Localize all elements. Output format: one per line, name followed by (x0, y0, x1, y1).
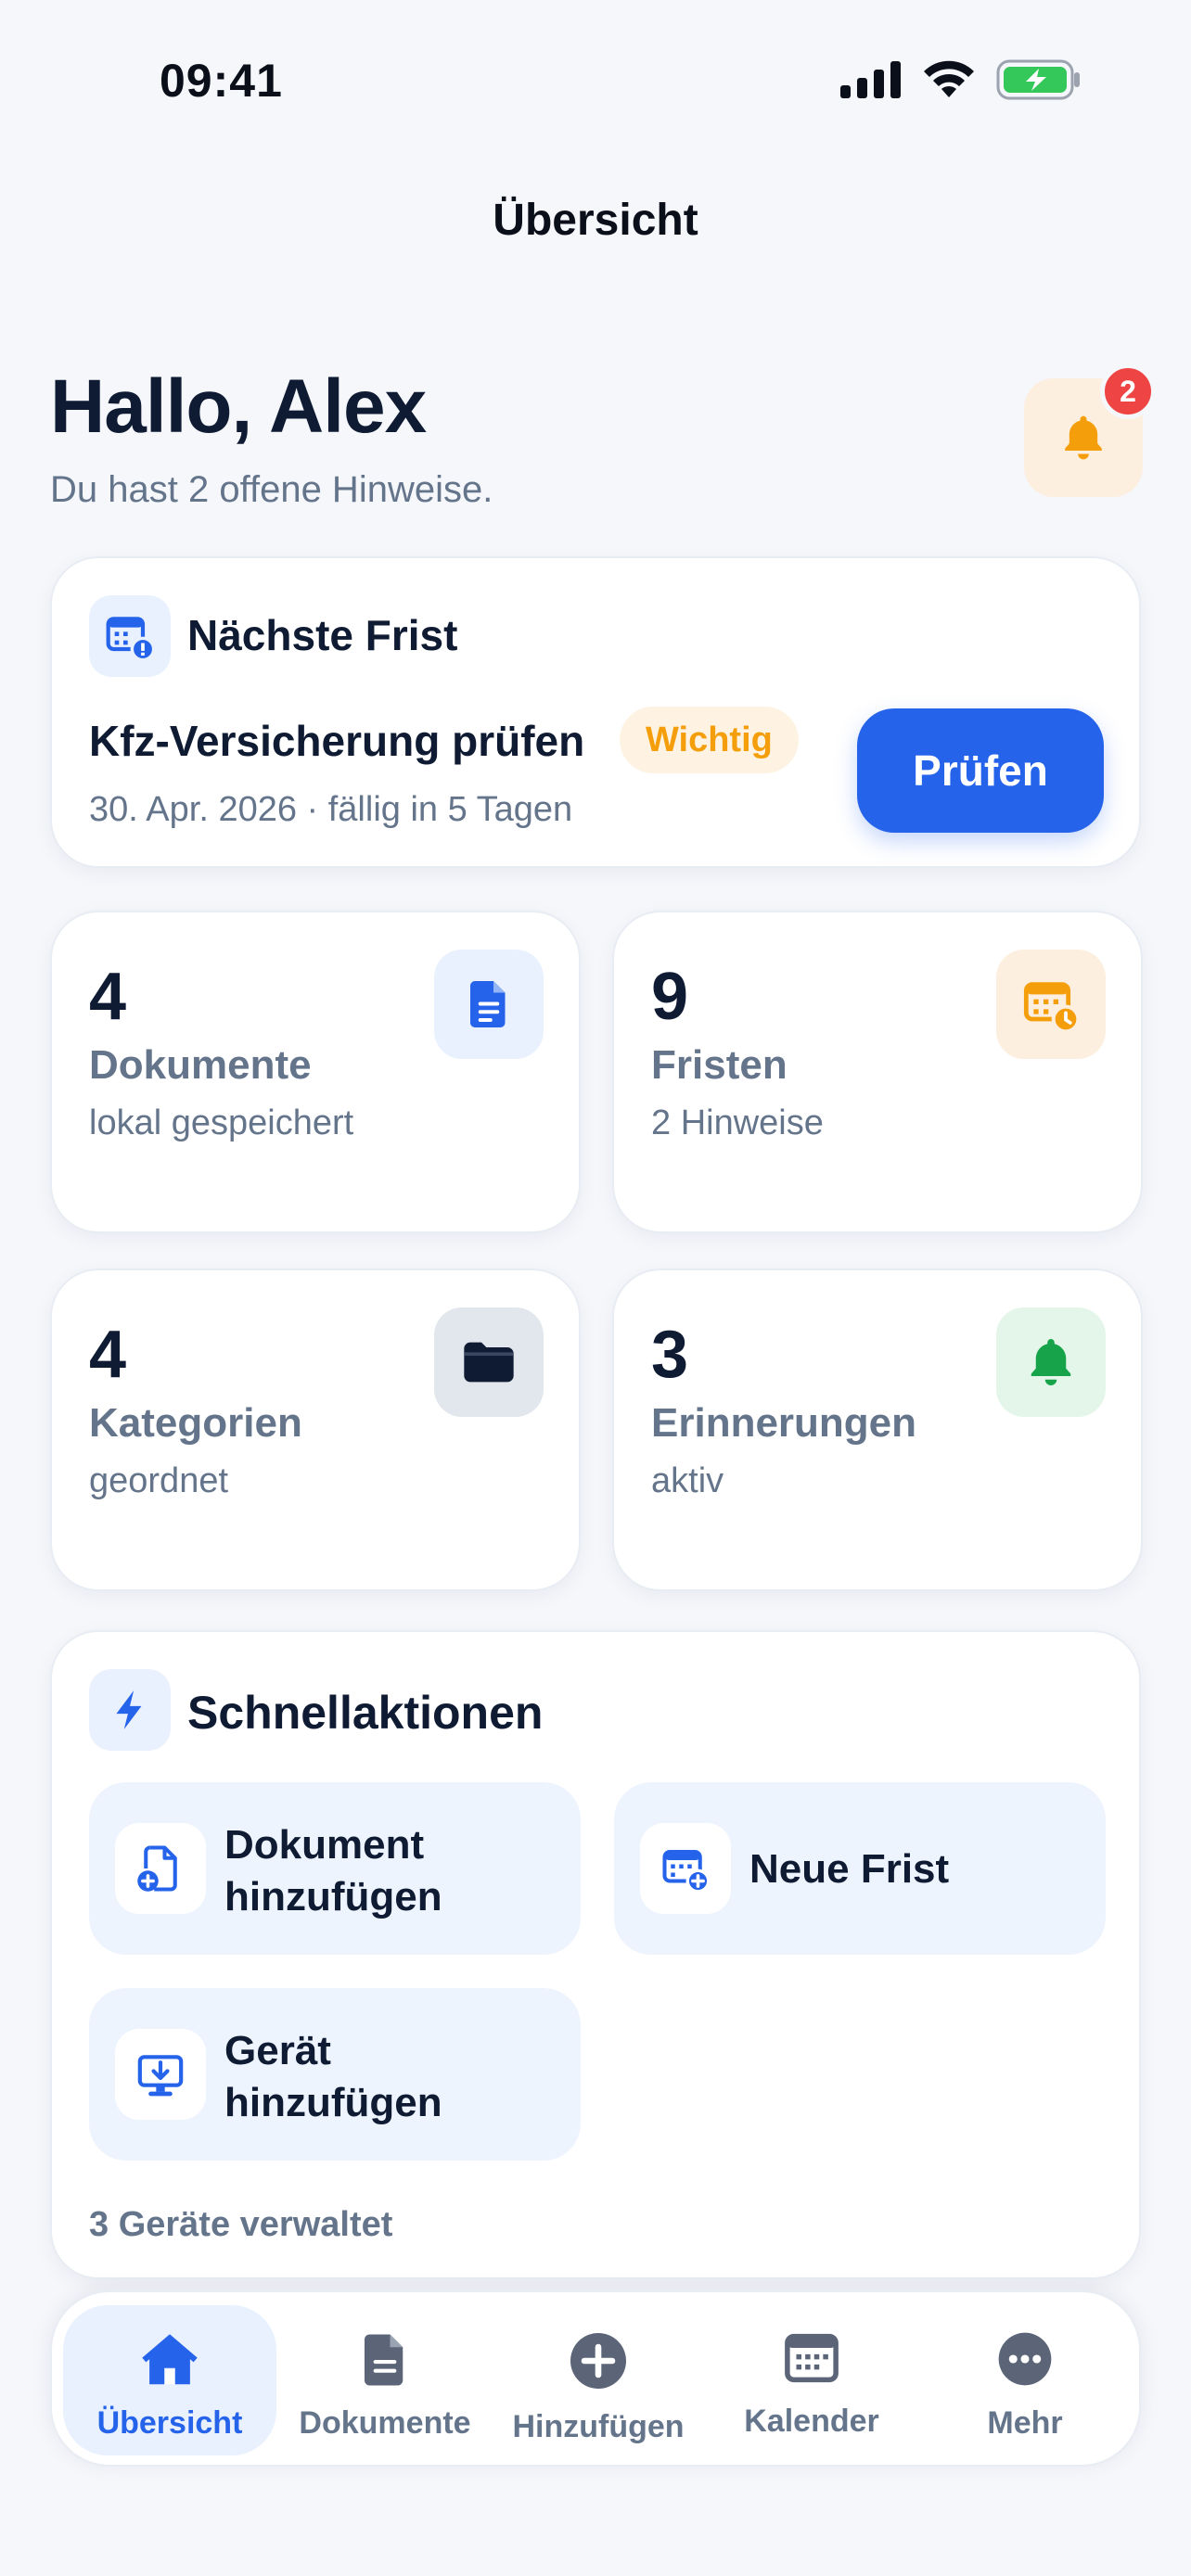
stat-subtitle: lokal gespeichert (89, 1103, 354, 1142)
action-label: hinzufügen (224, 1874, 442, 1919)
tab-more[interactable]: Mehr (918, 2305, 1132, 2455)
deadline-heading: Nächste Frist (187, 611, 458, 659)
quick-actions-icon-tile (89, 1669, 171, 1751)
stat-value: 9 (651, 960, 689, 1034)
calendar-icon (785, 2333, 839, 2383)
calendar-clock-icon (1023, 982, 1081, 1034)
deadline-icon-tile (89, 595, 171, 677)
next-deadline-card[interactable]: Nächste Frist Kfz-Versicherung prüfen Wi… (50, 556, 1141, 868)
plus-circle-icon (570, 2333, 626, 2389)
new-deadline-button[interactable]: Neue Frist (614, 1782, 1106, 1955)
calendar-alert-icon (106, 617, 156, 662)
status-time: 09:41 (160, 55, 283, 107)
action-label: Dokument (224, 1822, 425, 1868)
stat-icon-tile (996, 1307, 1106, 1417)
tab-label: Übersicht (96, 2405, 243, 2441)
quick-actions-heading: Schnellaktionen (187, 1687, 544, 1739)
signal-icon (840, 61, 901, 98)
stat-card-categories[interactable]: 4 Kategorien geordnet (50, 1269, 581, 1591)
stat-value: 4 (89, 960, 127, 1034)
add-device-button[interactable]: Gerät hinzufügen (89, 1988, 581, 2161)
tab-label: Kalender (744, 2404, 879, 2439)
devices-managed-text: 3 Geräte verwaltet (89, 2205, 393, 2244)
stat-icon-tile (434, 950, 544, 1059)
stat-label: Fristen (651, 1042, 788, 1088)
stat-value: 4 (89, 1318, 127, 1392)
tab-calendar[interactable]: Kalender (705, 2305, 918, 2455)
notification-badge: 2 (1100, 363, 1156, 419)
folder-icon (464, 1342, 514, 1383)
quick-actions-card: Schnellaktionen Dokument hinzufügen Neue… (50, 1630, 1141, 2279)
nav-title: Übersicht (493, 196, 698, 245)
stat-subtitle: geordnet (89, 1461, 229, 1500)
stat-icon-tile (434, 1307, 544, 1417)
action-label: Gerät (224, 2028, 331, 2073)
priority-badge: Wichtig (620, 707, 799, 773)
stat-icon-tile (996, 950, 1106, 1059)
stat-subtitle: aktiv (651, 1461, 724, 1500)
more-icon (998, 2332, 1052, 2386)
device-add-icon (137, 2055, 184, 2097)
tab-label: Dokumente (299, 2405, 471, 2441)
calendar-add-icon (662, 1849, 711, 1894)
greeting-subtitle: Du hast 2 offene Hinweise. (50, 469, 493, 510)
tab-label: Hinzufügen (512, 2409, 685, 2444)
document-add-icon (137, 1845, 177, 1892)
tab-label: Mehr (987, 2405, 1063, 2441)
home-icon (142, 2334, 198, 2385)
action-label: Neue Frist (749, 1846, 950, 1892)
tab-documents[interactable]: Dokumente (278, 2305, 492, 2455)
stat-label: Erinnerungen (651, 1400, 917, 1446)
tab-bar: Übersicht Dokumente Hinzufügen Kalender … (50, 2290, 1141, 2467)
action-label: hinzufügen (224, 2080, 442, 2125)
document-icon (365, 2334, 403, 2386)
deadline-title: Kfz-Versicherung prüfen (89, 717, 585, 765)
stat-label: Dokumente (89, 1042, 312, 1088)
action-icon-tile (115, 1823, 206, 1914)
action-icon-tile (640, 1823, 731, 1914)
add-document-button[interactable]: Dokument hinzufügen (89, 1782, 581, 1955)
tab-add[interactable]: Hinzufügen (492, 2305, 705, 2455)
lightning-icon (116, 1690, 142, 1729)
stat-subtitle: 2 Hinweise (651, 1103, 824, 1142)
status-bar: 09:41 (0, 0, 1191, 158)
tab-overview[interactable]: Übersicht (63, 2305, 276, 2455)
check-deadline-button[interactable]: Prüfen (857, 708, 1104, 833)
battery-icon (996, 59, 1080, 100)
stat-card-documents[interactable]: 4 Dokumente lokal gespeichert (50, 911, 581, 1233)
bell-icon (1065, 415, 1102, 460)
status-icons (840, 59, 1082, 100)
stat-card-deadlines[interactable]: 9 Fristen 2 Hinweise (612, 911, 1143, 1233)
document-icon (470, 981, 506, 1027)
action-icon-tile (115, 2029, 206, 2120)
stat-label: Kategorien (89, 1400, 302, 1446)
stat-card-reminders[interactable]: 3 Erinnerungen aktiv (612, 1269, 1143, 1591)
stat-value: 3 (651, 1318, 689, 1392)
wifi-icon (924, 60, 974, 97)
deadline-date: 30. Apr. 2026 · fällig in 5 Tagen (89, 790, 573, 829)
greeting-title: Hallo, Alex (50, 364, 427, 449)
bell-icon (1031, 1339, 1071, 1385)
